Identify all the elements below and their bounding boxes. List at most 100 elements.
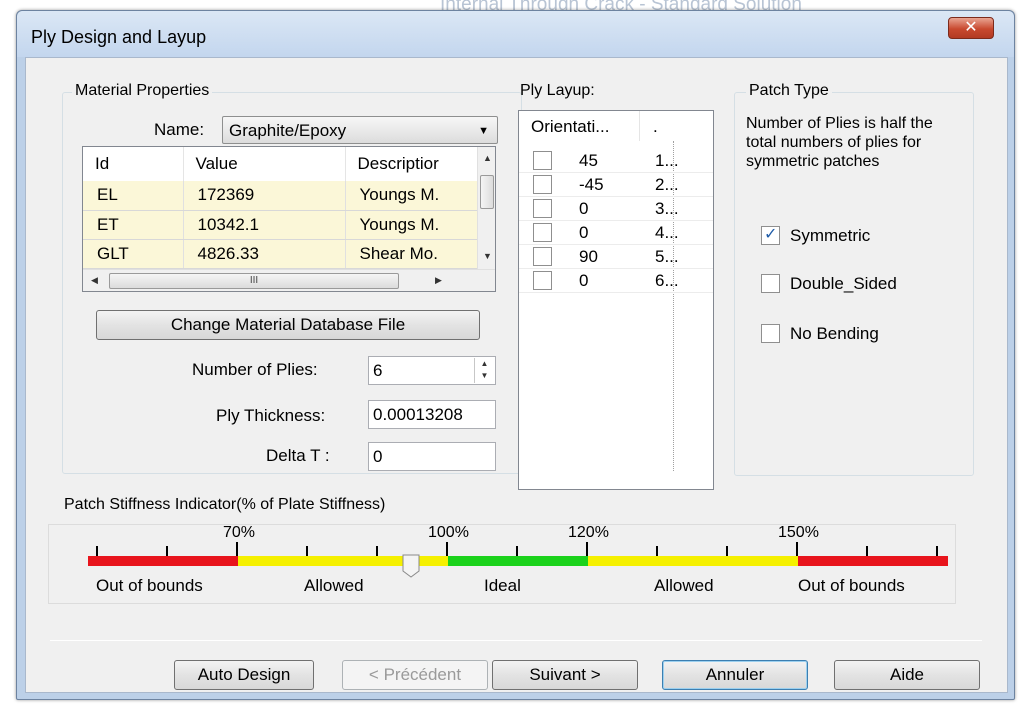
ply-index: 4... bbox=[655, 223, 679, 242]
auto-design-button[interactable]: Auto Design bbox=[174, 660, 314, 690]
previous-button[interactable]: < Précédent bbox=[342, 660, 488, 690]
dialog-client-area: Material Properties Name: Graphite/Epoxy… bbox=[25, 57, 1008, 693]
ply-checkbox[interactable] bbox=[533, 223, 552, 242]
scale-label-120: 120% bbox=[568, 524, 609, 541]
scale-tick bbox=[306, 546, 308, 556]
ply-design-dialog: Ply Design and Layup ✕ Material Properti… bbox=[16, 10, 1015, 700]
material-name-combobox[interactable]: Graphite/Epoxy ▼ bbox=[222, 116, 498, 144]
ply-index: 2... bbox=[655, 175, 679, 194]
scale-tick bbox=[866, 546, 868, 556]
close-button[interactable]: ✕ bbox=[948, 17, 994, 39]
zone-label-allowed-high: Allowed bbox=[654, 576, 714, 595]
scale-tick bbox=[166, 546, 168, 556]
table-row[interactable]: EL 172369 Youngs M. bbox=[83, 181, 478, 211]
patch-type-note: Number of Plies is half the total number… bbox=[746, 115, 933, 170]
ply-orientation: 0 bbox=[579, 223, 589, 242]
double-sided-label[interactable]: Double_Sided bbox=[790, 274, 897, 294]
list-item[interactable]: 0 6... bbox=[519, 269, 713, 293]
title-bar[interactable]: Ply Design and Layup ✕ bbox=[17, 11, 1014, 57]
ply-orientation: 0 bbox=[579, 271, 589, 290]
ply-checkbox[interactable] bbox=[533, 151, 552, 170]
double-sided-checkbox[interactable] bbox=[761, 274, 780, 293]
zone-out-of-bounds-high bbox=[798, 556, 948, 566]
ply-orientation: -45 bbox=[579, 175, 604, 194]
scroll-left-icon[interactable]: ◀ bbox=[91, 275, 98, 286]
column-header-value[interactable]: Value bbox=[183, 147, 346, 181]
list-item[interactable]: -45 2... bbox=[519, 173, 713, 197]
scroll-right-icon[interactable]: ▶ bbox=[435, 275, 442, 286]
stiffness-indicator-title: Patch Stiffness Indicator(% of Plate Sti… bbox=[64, 496, 386, 513]
patch-type-title: Patch Type bbox=[746, 82, 832, 100]
change-material-database-button[interactable]: Change Material Database File bbox=[96, 310, 480, 340]
cell-id: ET bbox=[83, 210, 184, 240]
scale-tick bbox=[936, 546, 938, 556]
spin-down-icon[interactable]: ▼ bbox=[475, 370, 494, 382]
vertical-scroll-thumb[interactable] bbox=[480, 175, 494, 209]
next-button[interactable]: Suivant > bbox=[492, 660, 638, 690]
plies-spinner[interactable]: ▲ ▼ bbox=[474, 358, 494, 383]
ply-thickness-field[interactable]: 0.00013208 bbox=[368, 400, 496, 429]
ply-checkbox[interactable] bbox=[533, 271, 552, 290]
separator bbox=[50, 640, 982, 641]
ply-checkbox[interactable] bbox=[533, 175, 552, 194]
delta-t-field[interactable]: 0 bbox=[368, 442, 496, 471]
column-header-orientation[interactable]: Orientati... bbox=[531, 117, 641, 147]
help-button[interactable]: Aide bbox=[834, 660, 980, 690]
table-row[interactable]: ET 10342.1 Youngs M. bbox=[83, 210, 478, 240]
scale-tick bbox=[376, 546, 378, 556]
column-header-index[interactable]: . bbox=[653, 117, 658, 147]
cell-description: Youngs M. bbox=[345, 210, 478, 240]
scroll-up-icon[interactable]: ▲ bbox=[483, 153, 492, 163]
material-name-value: Graphite/Epoxy bbox=[229, 121, 347, 140]
table-horizontal-scrollbar[interactable]: ◀ III ▶ bbox=[83, 269, 495, 291]
ply-checkbox[interactable] bbox=[533, 199, 552, 218]
scale-tick bbox=[236, 542, 238, 556]
scale-tick bbox=[96, 546, 98, 556]
close-icon: ✕ bbox=[964, 19, 978, 36]
cell-description: Shear Mo. bbox=[345, 239, 478, 269]
list-item[interactable]: 45 1... bbox=[519, 149, 713, 173]
column-header-id[interactable]: Id bbox=[83, 147, 184, 181]
table-vertical-scrollbar[interactable]: ▲ ▼ bbox=[477, 147, 495, 269]
symmetric-checkbox[interactable] bbox=[761, 224, 780, 245]
spin-up-icon[interactable]: ▲ bbox=[475, 358, 494, 370]
stiffness-slider-thumb[interactable] bbox=[402, 554, 420, 578]
ply-checkbox[interactable] bbox=[533, 247, 552, 266]
cell-value: 172369 bbox=[183, 181, 346, 211]
table-row[interactable]: GLT 4826.33 Shear Mo. bbox=[83, 239, 478, 269]
zone-allowed-high bbox=[588, 556, 798, 566]
ply-layup-list[interactable]: Orientati... . 45 1... -45 2... 0 3... 0… bbox=[518, 110, 714, 490]
dialog-title: Ply Design and Layup bbox=[31, 27, 207, 47]
list-item[interactable]: 0 3... bbox=[519, 197, 713, 221]
material-name-label: Name: bbox=[154, 120, 205, 139]
zone-ideal bbox=[448, 556, 588, 566]
delta-t-label: Delta T : bbox=[266, 446, 330, 465]
cell-description: Youngs M. bbox=[345, 181, 478, 211]
ply-orientation: 90 bbox=[579, 247, 598, 266]
scale-label-100: 100% bbox=[428, 524, 469, 541]
ply-index: 5... bbox=[655, 247, 679, 266]
number-of-plies-stepper[interactable]: 6 ▲ ▼ bbox=[368, 356, 496, 385]
cell-value: 4826.33 bbox=[183, 239, 346, 269]
table-header-row: Id Value Descriptior bbox=[83, 147, 478, 181]
zone-label-out-of-bounds-low: Out of bounds bbox=[96, 576, 203, 595]
scale-tick bbox=[796, 542, 798, 556]
no-bending-checkbox[interactable] bbox=[761, 324, 780, 343]
cell-id: GLT bbox=[83, 239, 184, 269]
scroll-down-icon[interactable]: ▼ bbox=[483, 251, 492, 261]
horizontal-scroll-thumb[interactable]: III bbox=[109, 273, 399, 289]
column-header-description[interactable]: Descriptior bbox=[345, 147, 478, 181]
scale-tick bbox=[446, 542, 448, 556]
list-item[interactable]: 90 5... bbox=[519, 245, 713, 269]
material-properties-table[interactable]: Id Value Descriptior EL 172369 Youngs M.… bbox=[82, 146, 496, 292]
no-bending-label[interactable]: No Bending bbox=[790, 324, 879, 344]
scale-tick bbox=[726, 546, 728, 556]
zone-label-ideal: Ideal bbox=[484, 576, 521, 595]
list-item[interactable]: 0 4... bbox=[519, 221, 713, 245]
scale-tick bbox=[656, 546, 658, 556]
scale-label-70: 70% bbox=[223, 524, 256, 541]
symmetric-label[interactable]: Symmetric bbox=[790, 226, 870, 246]
ply-orientation: 45 bbox=[579, 151, 598, 170]
cancel-button[interactable]: Annuler bbox=[662, 660, 808, 690]
scale-label-150: 150% bbox=[778, 524, 819, 541]
